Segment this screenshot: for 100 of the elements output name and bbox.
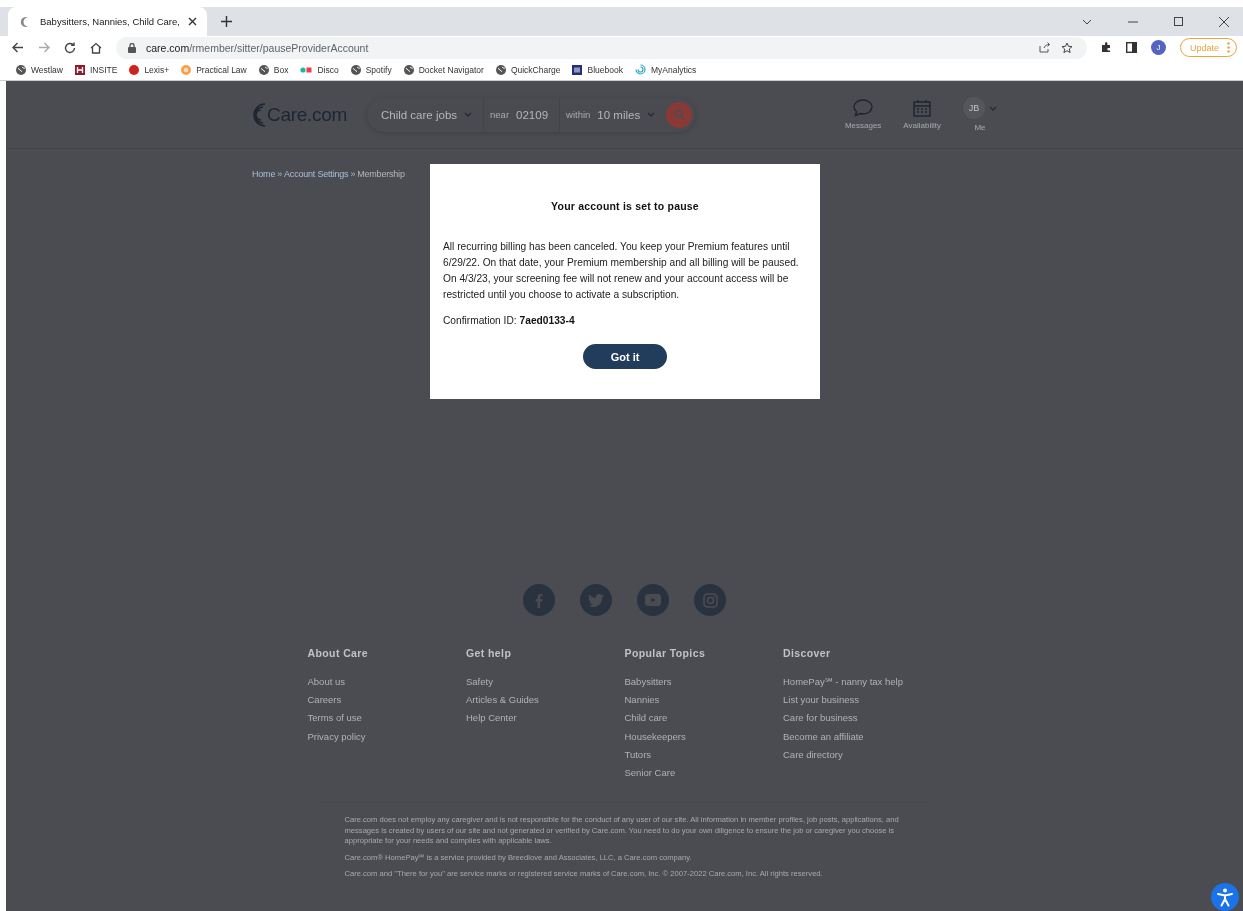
bookmark-item[interactable]: Westlaw	[16, 64, 63, 75]
search-icon	[673, 109, 685, 120]
footer-link[interactable]: Become an affiliate	[783, 727, 864, 746]
camera-icon	[702, 592, 718, 608]
footer-link[interactable]: HomePay℠ - nanny tax help	[783, 673, 903, 692]
globe-icon	[16, 64, 26, 75]
share-icon[interactable]	[1038, 42, 1051, 53]
footer-heading: About Care	[307, 647, 369, 659]
speech-bubble-icon	[853, 99, 874, 117]
footer-link[interactable]: Articles & Guides	[466, 691, 539, 710]
book-icon	[572, 64, 583, 75]
user-label: Me	[974, 123, 986, 132]
accessibility-icon[interactable]	[1211, 883, 1239, 911]
footer-link[interactable]: List your business	[783, 691, 860, 710]
footer-link[interactable]: Careers	[307, 691, 342, 710]
calendar-icon	[913, 99, 932, 117]
user-menu[interactable]: JB Me	[963, 97, 997, 132]
breadcrumb-current: Membership	[357, 169, 405, 179]
address-bar[interactable]: care.com/rmember/sitter/pauseProviderAccount	[116, 36, 1087, 59]
bookmark-item[interactable]: Box	[258, 64, 289, 75]
play-icon	[645, 594, 661, 606]
bookmark-label: MyAnalytics	[650, 64, 697, 75]
chevron-down-icon[interactable]	[1082, 18, 1092, 25]
breadcrumb-link[interactable]: Home	[252, 169, 276, 179]
globe-icon	[403, 64, 414, 75]
nav-item[interactable]: Messages	[844, 99, 882, 130]
got-it-button[interactable]: Got it	[583, 344, 667, 369]
dots-icon	[300, 66, 313, 73]
footer-link[interactable]: Nannies	[624, 691, 660, 710]
footer-link[interactable]: Babysitters	[624, 673, 672, 692]
dialog-message: All recurring billing has been canceled. You keep your Premium features until 6/29/22. On that date, your Premium membership and all billing will be paused. On 4/3/23, your screening fee will not renew and your account access will be restricted until you choose to activate a subscription.	[443, 240, 800, 302]
footer-link[interactable]: About us	[307, 673, 345, 692]
lock-icon	[128, 42, 136, 53]
footer-link[interactable]: Senior Care	[624, 764, 676, 783]
reload-icon[interactable]	[64, 41, 76, 54]
globe-icon	[350, 64, 361, 75]
bookmark-item[interactable]: Spotify	[350, 64, 392, 75]
footer-link[interactable]: Care directory	[783, 745, 843, 764]
bird-icon	[588, 593, 604, 607]
close-icon[interactable]	[1219, 16, 1229, 27]
update-button[interactable]: Update	[1179, 38, 1237, 57]
bookmark-label: Practical Law	[196, 64, 247, 75]
footer-heading: Discover	[783, 647, 831, 659]
home-icon[interactable]	[90, 41, 102, 54]
breadcrumb-separator: »	[277, 169, 283, 179]
confirmation-id: 7aed0133-4	[519, 315, 575, 326]
bookmark-label: Westlaw	[31, 64, 63, 75]
globe-icon	[495, 64, 506, 75]
footer-link[interactable]: Privacy policy	[307, 727, 366, 746]
bookmark-item[interactable]: Practical Law	[181, 64, 247, 75]
nav-item[interactable]: Availability	[903, 99, 941, 130]
chevron-down-icon	[464, 112, 473, 117]
footer-link[interactable]: Care for business	[783, 709, 858, 728]
new-tab-icon[interactable]	[220, 16, 232, 27]
bookmark-item[interactable]: INSITE	[74, 64, 118, 75]
bookmark-label: Lexis+	[144, 64, 170, 75]
dialog-title: Your account is set to pause	[551, 200, 699, 212]
footer-link[interactable]: Safety	[466, 673, 493, 692]
category-dropdown[interactable]: Child care jobs	[366, 97, 484, 132]
chevron-down-icon	[989, 105, 997, 111]
bookmark-item[interactable]: Disco	[300, 64, 339, 75]
distance-dropdown[interactable]: within 10 miles	[559, 97, 667, 132]
bookmark-item[interactable]: Bluebook	[572, 64, 623, 75]
close-icon[interactable]	[187, 17, 197, 26]
bookmark-item[interactable]: Lexis+	[129, 64, 170, 75]
bookmark-item[interactable]: QuickCharge	[495, 64, 561, 75]
profile-avatar[interactable]: J	[1150, 40, 1166, 55]
bookmark-label: INSITE	[89, 64, 118, 75]
back-arrow-icon[interactable]	[12, 42, 24, 53]
side-panel-icon[interactable]	[1125, 42, 1137, 53]
zip-field[interactable]: near 02109	[483, 97, 560, 132]
round-logo-icon	[129, 64, 140, 75]
footer-link[interactable]: Tutors	[624, 745, 652, 764]
bookmark-label: Docket Navigator	[418, 64, 484, 75]
bookmark-label: Box	[273, 64, 289, 75]
ring-logo-icon	[181, 64, 192, 75]
chevron-down-icon	[647, 112, 656, 117]
bookmark-label: QuickCharge	[510, 64, 561, 75]
footer-heading: Get help	[466, 647, 512, 659]
h-logo-icon	[74, 64, 85, 75]
footer-heading: Popular Topics	[624, 647, 706, 659]
footer-link[interactable]: Housekeepers	[624, 727, 686, 746]
bookmark-label: Spotify	[365, 64, 392, 75]
bookmark-item[interactable]: Docket Navigator	[403, 64, 484, 75]
puzzle-piece-icon[interactable]	[1100, 42, 1112, 53]
maximize-icon[interactable]	[1174, 17, 1183, 26]
bookmark-item[interactable]: MyAnalytics	[634, 64, 697, 75]
breadcrumb-separator: »	[350, 169, 356, 179]
footer-link[interactable]: Child care	[624, 709, 668, 728]
more-vertical-icon	[1227, 42, 1230, 53]
browser-tab[interactable]: Babysitters, Nannies, Child Care,	[8, 7, 207, 36]
breadcrumb-link[interactable]: Account Settings	[284, 169, 349, 179]
facebook-icon	[535, 592, 543, 608]
footer-link[interactable]: Help Center	[466, 709, 517, 728]
star-icon[interactable]	[1060, 41, 1073, 54]
url-text: care.com/rmember/sitter/pauseProviderAccount	[146, 41, 369, 54]
spiral-icon	[634, 64, 646, 75]
footer-link[interactable]: Terms of use	[307, 709, 362, 728]
confirmation-label: Confirmation ID:	[443, 315, 517, 326]
bookmark-label: Disco	[317, 64, 339, 75]
